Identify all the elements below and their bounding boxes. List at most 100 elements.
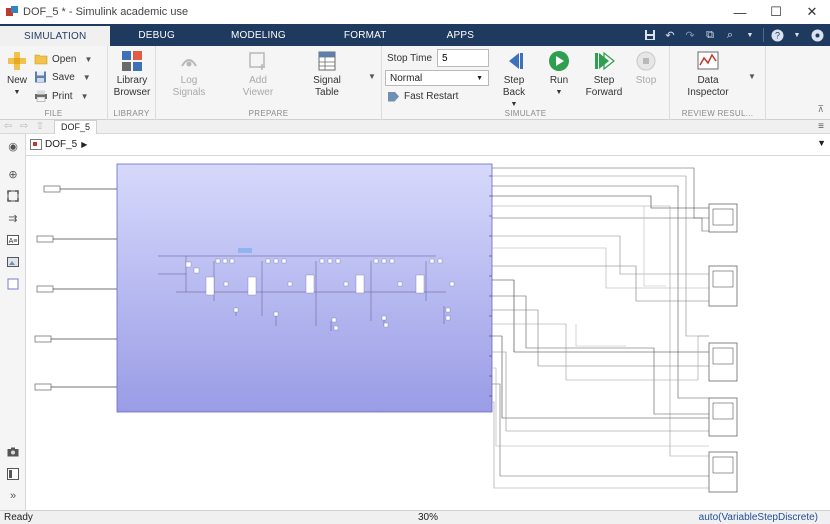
block-diagram: [34, 163, 738, 493]
inport-1[interactable]: [43, 185, 117, 193]
left-toolbar: ◉ ⊕ ⇉ A≡ »: [0, 134, 26, 510]
print-button[interactable]: Print ▼: [34, 88, 88, 104]
chevron-down-icon[interactable]: ▼: [741, 26, 759, 44]
arrow-right-icon[interactable]: ⇉: [5, 210, 21, 226]
collapse-ribbon-icon[interactable]: ⊼: [817, 104, 824, 115]
minimize-button[interactable]: —: [722, 0, 758, 24]
help-icon[interactable]: ?: [768, 26, 786, 44]
maximize-button[interactable]: ☐: [758, 0, 794, 24]
tab-modeling[interactable]: MODELING: [203, 24, 314, 46]
svg-text:?: ?: [774, 30, 779, 40]
chevron-right-icon[interactable]: ▶: [81, 140, 87, 149]
inport-4[interactable]: [34, 335, 117, 343]
tab-apps[interactable]: APPS: [417, 24, 504, 46]
copy-icon[interactable]: ⧉: [701, 26, 719, 44]
fit-to-view-icon[interactable]: [5, 188, 21, 204]
new-button[interactable]: New ▼: [4, 50, 30, 99]
breadcrumb-item[interactable]: DOF_5: [45, 139, 77, 150]
step-back-button[interactable]: Step Back ▼: [496, 50, 532, 111]
add-viewer-label: Add Viewer: [242, 75, 274, 98]
add-viewer-icon: [247, 50, 269, 72]
folder-icon: [34, 53, 48, 65]
prepare-group-label: PREPARE: [248, 109, 289, 118]
chevron-down-icon[interactable]: ▼: [817, 138, 826, 148]
up-arrow-icon[interactable]: ⇧: [32, 121, 48, 132]
step-forward-button[interactable]: Step Forward: [584, 50, 624, 99]
library-browser-icon: [121, 50, 143, 72]
annotation-icon[interactable]: A≡: [5, 232, 21, 248]
run-button[interactable]: Run ▼: [544, 50, 574, 99]
review-gallery-dropdown[interactable]: ▼: [748, 72, 756, 81]
hamburger-menu-icon[interactable]: ≡: [818, 121, 824, 132]
hide-show-explorer-icon[interactable]: ◉: [5, 138, 21, 154]
simulation-mode-value: Normal: [390, 72, 423, 84]
log-signals-label: Log Signals: [172, 75, 206, 98]
tab-debug[interactable]: DEBUG: [110, 24, 203, 46]
save-button[interactable]: Save ▼: [34, 69, 91, 85]
scope-4[interactable]: [708, 397, 738, 437]
undo-icon[interactable]: ↶: [661, 26, 679, 44]
settings-icon[interactable]: [808, 26, 826, 44]
run-label: Run: [549, 75, 569, 86]
add-viewer-button[interactable]: Add Viewer: [240, 50, 276, 99]
forward-arrow-icon[interactable]: ⇨: [16, 121, 32, 132]
inport-2[interactable]: [36, 235, 117, 243]
model-canvas[interactable]: [26, 156, 830, 510]
title-bar: DOF_5 * - Simulink academic use — ☐ ✕: [0, 0, 830, 24]
library-group: Library Browser LIBRARY: [108, 46, 156, 120]
step-back-label: Step Back: [502, 75, 526, 98]
stop-time-input[interactable]: [437, 49, 489, 67]
area-icon[interactable]: [5, 276, 21, 292]
svg-text:A≡: A≡: [9, 238, 18, 245]
zoom-level: 30%: [418, 512, 439, 523]
stop-button[interactable]: Stop: [632, 50, 660, 87]
scope-3[interactable]: [708, 342, 738, 382]
log-signals-button[interactable]: Log Signals: [172, 50, 206, 99]
open-button[interactable]: Open ▼: [34, 51, 92, 67]
scope-1[interactable]: [708, 203, 738, 233]
redo-icon[interactable]: ↷: [681, 26, 699, 44]
tab-format[interactable]: FORMAT: [314, 24, 417, 46]
prepare-gallery-dropdown[interactable]: ▼: [368, 72, 376, 81]
status-bar: Ready 30% auto(VariableStepDiscrete): [0, 510, 830, 524]
scope-2[interactable]: [708, 265, 738, 307]
chevron-down-icon[interactable]: ▼: [788, 26, 806, 44]
fast-restart-button[interactable]: Fast Restart: [388, 91, 458, 102]
back-arrow-icon[interactable]: ⇦: [0, 121, 16, 132]
review-results-group: Data Inspector ▼ REVIEW RESUL...: [670, 46, 766, 120]
signal-table-button[interactable]: Signal Table: [308, 50, 346, 99]
window-controls: — ☐ ✕: [722, 0, 830, 24]
data-inspector-button[interactable]: Data Inspector: [684, 50, 732, 99]
solver-link[interactable]: auto(VariableStepDiscrete): [699, 512, 818, 523]
model-nav-bar: ⇦ ⇨ ⇧ DOF_5 ≡: [0, 119, 830, 134]
scope-5[interactable]: [708, 451, 738, 493]
tab-simulation[interactable]: SIMULATION: [0, 24, 111, 46]
log-signals-icon: [178, 50, 200, 72]
fast-restart-icon: [388, 91, 399, 102]
simulation-mode-select[interactable]: Normal ▼: [385, 70, 489, 86]
prepare-group: Log Signals Add Viewer Signal Table ▼ PR…: [156, 46, 382, 120]
save-icon[interactable]: [641, 26, 659, 44]
zoom-in-icon[interactable]: ⊕: [5, 166, 21, 182]
library-group-label: LIBRARY: [113, 109, 150, 118]
camera-icon[interactable]: [5, 444, 21, 460]
model-tab[interactable]: DOF_5: [54, 119, 98, 134]
library-browser-button[interactable]: Library Browser: [112, 50, 152, 99]
subsystem-block[interactable]: [116, 163, 493, 413]
new-label: New: [6, 75, 27, 86]
inport-5[interactable]: [34, 383, 117, 391]
chevron-down-icon: ▼: [84, 54, 93, 64]
double-chevron-right-icon[interactable]: »: [5, 488, 21, 504]
ribbon: New ▼ Open ▼ Save ▼ Print ▼ FILE Library…: [0, 46, 830, 120]
model-icon: [30, 139, 42, 150]
image-icon[interactable]: [5, 254, 21, 270]
close-button[interactable]: ✕: [794, 0, 830, 24]
model-browser-icon[interactable]: [5, 466, 21, 482]
qat-separator: [763, 28, 764, 42]
chevron-down-icon: ▼: [476, 74, 483, 82]
inport-3[interactable]: [36, 285, 117, 293]
step-back-icon: [503, 50, 525, 72]
stop-icon: [635, 50, 657, 72]
data-inspector-label: Data Inspector: [687, 75, 729, 98]
search-icon[interactable]: ⌕: [721, 26, 739, 44]
